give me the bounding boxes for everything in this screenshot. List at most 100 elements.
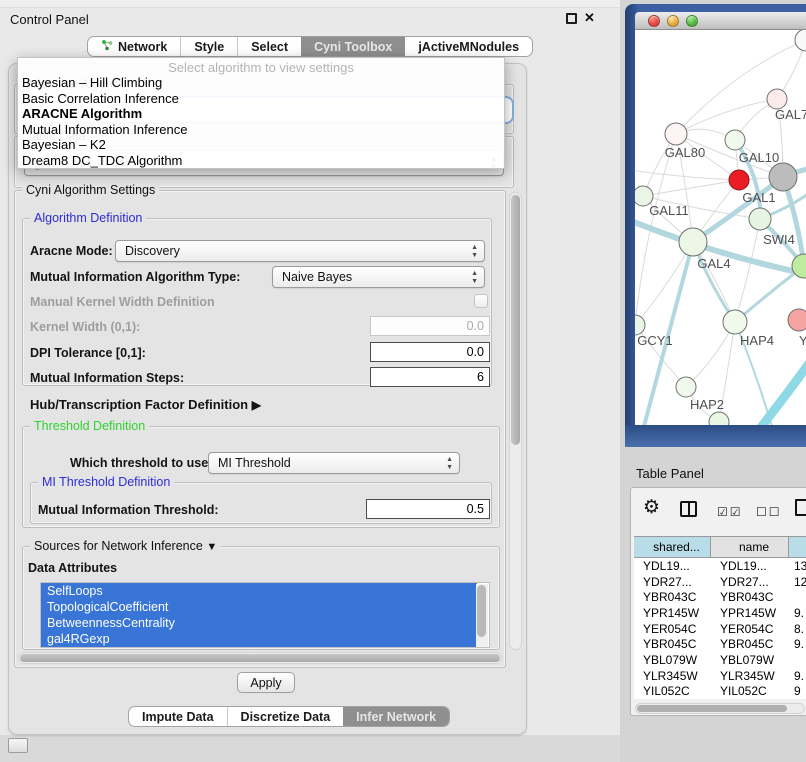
panel-grip-icon[interactable] — [8, 738, 28, 753]
hub-definition-toggle[interactable]: Hub/Transcription Factor Definition ▶ — [30, 397, 261, 412]
node-gal1-selected[interactable] — [729, 170, 749, 190]
menu-item-bayesian-k2[interactable]: Bayesian – K2 — [18, 137, 504, 153]
gear-icon[interactable]: ⚙ — [643, 497, 660, 519]
table-row[interactable]: YBR043CYBR043C — [634, 589, 806, 605]
mi-threshold-field[interactable] — [366, 499, 490, 519]
scrollbar-thumb[interactable] — [477, 585, 486, 637]
node-label: GAL1 — [742, 190, 775, 205]
node-label: HAP2 — [690, 397, 724, 412]
menu-item-aracne[interactable]: ARACNE Algorithm — [18, 106, 504, 122]
node-gray[interactable] — [769, 163, 797, 191]
node-label: GAL80 — [665, 145, 705, 160]
aracne-mode-combobox[interactable]: Discovery ▲▼ — [115, 240, 485, 262]
tab-style[interactable]: Style — [180, 37, 237, 56]
float-panel-icon[interactable] — [566, 13, 577, 24]
combo-arrows-icon: ▲▼ — [471, 244, 478, 260]
node-swi4[interactable] — [749, 208, 771, 230]
combo-arrows-icon: ▲▼ — [471, 270, 478, 286]
algorithm-dropdown-popup: Select algorithm to view settings Bayesi… — [17, 57, 505, 169]
table-row[interactable]: YBR045CYBR045C9. — [634, 636, 806, 652]
manual-kernel-checkbox[interactable] — [474, 294, 488, 308]
deselect-all-columns-icon[interactable]: ☐☐ — [756, 505, 782, 519]
node-gal7[interactable] — [767, 89, 787, 109]
table-horizontal-scrollbar[interactable] — [635, 703, 805, 714]
node-y-partial[interactable] — [788, 309, 806, 331]
select-all-columns-icon[interactable]: ☑☑ — [717, 505, 743, 519]
network-tab-icon — [101, 39, 113, 54]
document-icon[interactable] — [795, 499, 806, 516]
menu-item-basic-correlation[interactable]: Basic Correlation Inference — [18, 91, 504, 107]
menu-item-mutual-information[interactable]: Mutual Information Inference — [18, 122, 504, 138]
table-row[interactable]: YPR145WYPR145W9. — [634, 605, 806, 621]
which-threshold-combobox[interactable]: MI Threshold ▲▼ — [208, 452, 460, 474]
mi-steps-label: Mutual Information Steps: — [30, 371, 184, 385]
node-gal80[interactable] — [665, 123, 687, 145]
tab-impute-data[interactable]: Impute Data — [129, 707, 227, 726]
column-header-shared-name[interactable]: shared... — [634, 537, 711, 557]
table-header-row: shared... name A — [634, 536, 806, 558]
zoom-window-icon[interactable] — [686, 15, 698, 27]
network-graph: GAL7 GAL80 GAL10 GAL1 GAL11 SWI4 GAL4 GC… — [635, 30, 806, 425]
list-item[interactable]: TopologicalCoefficient — [41, 599, 477, 615]
settings-horizontal-scrollbar[interactable] — [18, 652, 502, 664]
column-header-name[interactable]: name — [711, 537, 789, 557]
control-panel-title: Control Panel — [10, 12, 89, 27]
menu-item-bayesian-hill-climbing[interactable]: Bayesian – Hill Climbing — [18, 75, 504, 91]
list-item[interactable]: gal4RGexp — [41, 631, 477, 647]
combo-arrows-icon: ▲▼ — [446, 456, 453, 472]
list-scrollbar[interactable] — [476, 584, 488, 647]
close-panel-icon[interactable]: ✕ — [584, 10, 595, 26]
table-row[interactable]: YDR27...YDR27...12 — [634, 574, 806, 590]
mi-type-label: Mutual Information Algorithm Type: — [30, 270, 240, 284]
control-panel-tabs: Network Style Select Cyni Toolbox jActiv… — [87, 36, 533, 57]
list-item[interactable]: BetweennessCentrality — [41, 615, 477, 631]
node-hap2[interactable] — [676, 377, 696, 397]
scrollbar-thumb[interactable] — [511, 195, 520, 445]
node-hap4[interactable] — [723, 310, 747, 334]
mi-threshold-label: Mutual Information Threshold: — [38, 503, 219, 517]
kernel-width-field[interactable] — [370, 316, 490, 336]
table-row[interactable]: YER054CYER054C8. — [634, 621, 806, 637]
dpi-tolerance-field[interactable] — [370, 342, 490, 362]
mi-steps-field[interactable] — [370, 367, 490, 387]
network-canvas[interactable]: GAL7 GAL80 GAL10 GAL1 GAL11 SWI4 GAL4 GC… — [635, 30, 806, 425]
node-gcy1[interactable] — [635, 315, 645, 335]
list-item[interactable]: SelfLoops — [41, 583, 477, 599]
node-table: shared... name A YDL19...YDL19...13 YDR2… — [634, 536, 806, 699]
settings-vertical-scrollbar[interactable] — [509, 192, 522, 650]
table-row[interactable]: YDL19...YDL19...13 — [634, 558, 806, 574]
apply-button[interactable]: Apply — [237, 672, 295, 693]
tab-network[interactable]: Network — [88, 37, 180, 56]
node-gal10[interactable] — [725, 130, 745, 150]
collapse-down-icon[interactable]: ▼ — [206, 541, 217, 553]
tab-infer-network[interactable]: Infer Network — [343, 707, 449, 726]
node-gal4[interactable] — [679, 228, 707, 256]
node-partial-bottom[interactable] — [709, 412, 729, 425]
cyni-bottom-tabs: Impute Data Discretize Data Infer Networ… — [128, 706, 450, 727]
minimize-window-icon[interactable] — [667, 15, 679, 27]
table-row[interactable]: YLR345WYLR345W9. — [634, 668, 806, 684]
data-attributes-list[interactable]: SelfLoops TopologicalCoefficient Between… — [40, 582, 490, 648]
scrollbar-thumb[interactable] — [637, 705, 787, 712]
column-header-partial[interactable]: A — [789, 537, 806, 557]
table-row[interactable]: YIL052CYIL052C9 — [634, 684, 806, 700]
manual-kernel-label: Manual Kernel Width Definition — [30, 295, 215, 309]
network-window-frame-bottom — [625, 425, 806, 447]
node-partial-top[interactable] — [795, 30, 806, 51]
tab-cyni-toolbox[interactable]: Cyni Toolbox — [301, 37, 405, 56]
menu-item-dream8[interactable]: Dream8 DC_TDC Algorithm — [18, 153, 504, 169]
tab-select[interactable]: Select — [237, 37, 301, 56]
node-label: GCY1 — [637, 333, 672, 348]
scrollbar-thumb[interactable] — [20, 654, 500, 662]
dpi-tolerance-label: DPI Tolerance [0,1]: — [30, 346, 146, 360]
expand-right-icon: ▶ — [252, 398, 261, 412]
network-window-titlebar[interactable] — [635, 12, 806, 30]
node-label: Y — [799, 333, 806, 348]
columns-icon[interactable] — [680, 501, 697, 517]
mi-algorithm-type-combobox[interactable]: Naive Bayes ▲▼ — [272, 266, 485, 288]
tab-jactivemnodules[interactable]: jActiveMNodules — [405, 37, 532, 56]
tab-discretize-data[interactable]: Discretize Data — [227, 707, 344, 726]
kernel-width-label: Kernel Width (0,1): — [30, 320, 140, 334]
close-window-icon[interactable] — [648, 15, 660, 27]
table-row[interactable]: YBL079WYBL079W — [634, 652, 806, 668]
